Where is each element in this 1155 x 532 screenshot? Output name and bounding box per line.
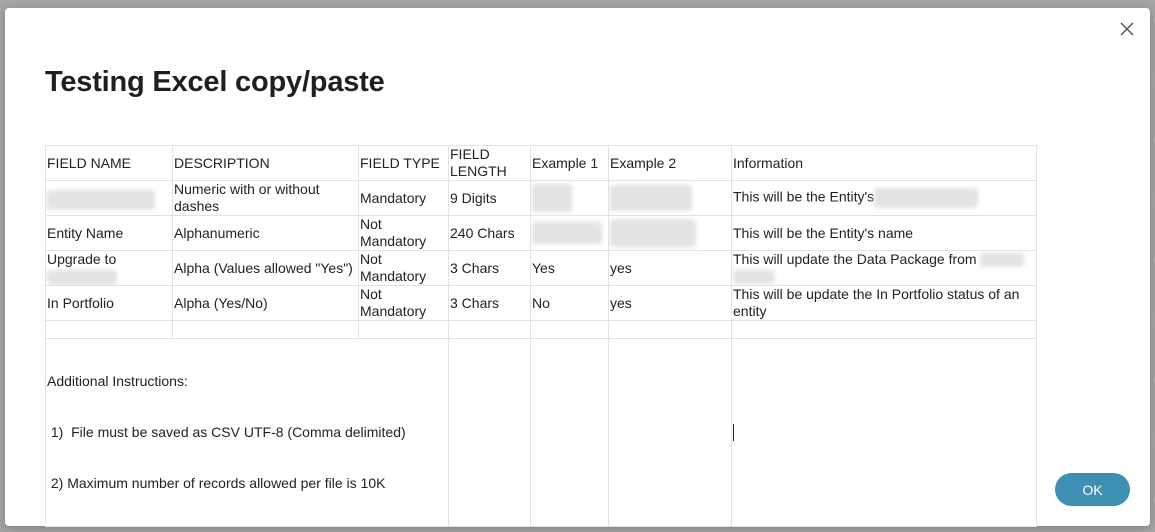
table-cell: Not Mandatory — [358, 250, 449, 286]
instructions-cell: Additional Instructions: 1) File must be… — [45, 338, 449, 527]
redacted-text — [733, 270, 775, 285]
table-cell — [45, 320, 173, 339]
redacted-text — [47, 269, 117, 285]
table-cell: Entity Name — [45, 215, 173, 251]
header-cell: FIELD NAME — [45, 145, 173, 181]
table-header-row: FIELD NAME DESCRIPTION FIELD TYPE FIELD … — [45, 145, 1037, 181]
table-cell — [358, 320, 449, 339]
table-cell: Alpha (Yes/No) — [172, 285, 359, 321]
table-cell: Not Mandatory — [358, 215, 449, 251]
redacted-text — [874, 188, 979, 208]
table-cell — [172, 320, 359, 339]
table-cell — [448, 338, 531, 527]
redacted-text — [980, 253, 1025, 268]
table-cell — [448, 320, 531, 339]
table-cell — [530, 180, 609, 216]
header-cell: FIELD LENGTH — [448, 145, 531, 181]
header-cell: Information — [731, 145, 1037, 181]
table-cell: 3 Chars — [448, 285, 531, 321]
table-row: Entity Name Alphanumeric Not Mandatory 2… — [45, 215, 1037, 251]
table-cell: yes — [608, 285, 732, 321]
table-cell — [530, 338, 609, 527]
table-row: Numeric with or without dashes Mandatory… — [45, 180, 1037, 216]
header-cell: Example 1 — [530, 145, 609, 181]
instruction-item: 2) Maximum number of records allowed per… — [47, 475, 386, 491]
redacted-text — [532, 222, 602, 244]
table-cell — [731, 320, 1037, 339]
table-row-empty — [45, 320, 1037, 339]
info-text: This will update the Data Package from — [733, 251, 977, 268]
table-row: In Portfolio Alpha (Yes/No) Not Mandator… — [45, 285, 1037, 321]
redacted-text — [532, 184, 572, 212]
table-cell: This will be the Entity's name — [731, 215, 1037, 251]
ok-button[interactable]: OK — [1055, 473, 1130, 506]
table-cell — [731, 338, 1037, 527]
table-cell: Not Mandatory — [358, 285, 449, 321]
redacted-text — [47, 190, 155, 210]
table-cell: This will update the Data Package from — [731, 250, 1037, 286]
table-row: Upgrade to Alpha (Values allowed "Yes") … — [45, 250, 1037, 286]
header-cell: FIELD TYPE — [358, 145, 449, 181]
table-cell — [608, 338, 732, 527]
table-cell: Mandatory — [358, 180, 449, 216]
table-cell — [608, 180, 732, 216]
table-cell: Alpha (Values allowed "Yes") — [172, 250, 359, 286]
close-button[interactable] — [1116, 18, 1138, 40]
table-cell — [530, 215, 609, 251]
table-cell: Alphanumeric — [172, 215, 359, 251]
instruction-item: 1) File must be saved as CSV UTF-8 (Comm… — [47, 424, 406, 440]
table-cell: This will be update the In Portfolio sta… — [731, 285, 1037, 321]
redacted-text — [610, 185, 692, 211]
info-text: This will be the Entity's — [733, 188, 875, 205]
instructions-heading: Additional Instructions: — [47, 373, 188, 389]
table-cell — [530, 320, 609, 339]
table-cell — [608, 215, 732, 251]
header-cell: Example 2 — [608, 145, 732, 181]
close-icon — [1120, 22, 1134, 36]
dialog-title: Testing Excel copy/paste — [45, 66, 385, 98]
table-cell: Numeric with or without dashes — [172, 180, 359, 216]
table-cell — [45, 180, 173, 216]
instructions-row: Additional Instructions: 1) File must be… — [45, 338, 1037, 527]
table-cell: Yes — [530, 250, 609, 286]
table-cell: 3 Chars — [448, 250, 531, 286]
table-cell: yes — [608, 250, 732, 286]
table-cell — [608, 320, 732, 339]
table-cell: 240 Chars — [448, 215, 531, 251]
redacted-text — [610, 219, 696, 247]
table-cell: No — [530, 285, 609, 321]
table-cell: This will be the Entity's — [731, 180, 1037, 216]
table-cell: Upgrade to — [45, 250, 173, 286]
header-cell: DESCRIPTION — [172, 145, 359, 181]
field-name-text: Upgrade to — [47, 251, 117, 268]
table-cell: In Portfolio — [45, 285, 173, 321]
dialog: Testing Excel copy/paste FIELD NAME DESC… — [5, 8, 1150, 527]
text-cursor — [733, 424, 734, 442]
field-spec-table: FIELD NAME DESCRIPTION FIELD TYPE FIELD … — [45, 145, 1037, 527]
table-cell: 9 Digits — [448, 180, 531, 216]
